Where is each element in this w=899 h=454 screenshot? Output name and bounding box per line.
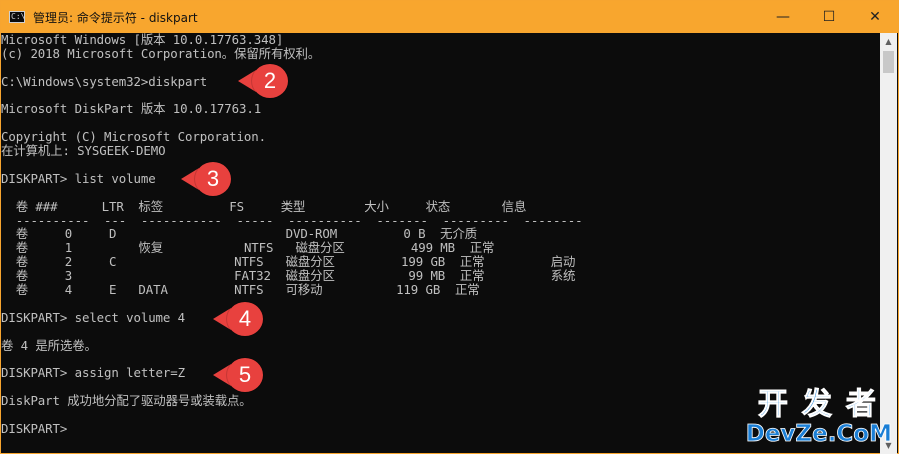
console-line: DISKPART> list volume xyxy=(1,170,156,186)
cmd-window: C:\ 管理员: 命令提示符 - diskpart — ☐ ✕ Microsof… xyxy=(0,0,899,454)
devze-watermark: 开发者 DevZe.CoM xyxy=(745,387,892,448)
step-badge-2: 2 xyxy=(238,64,288,98)
step-badge-number: 5 xyxy=(227,358,263,392)
step-badge-3: 3 xyxy=(181,162,231,196)
step-badge-4: 4 xyxy=(213,302,263,336)
minimize-button[interactable]: — xyxy=(760,1,806,33)
console-line: 卷 ### LTR 标签 FS 类型 大小 状态 信息 xyxy=(1,198,527,214)
window-title: 管理员: 命令提示符 - diskpart xyxy=(33,10,198,25)
console-line: DISKPART> assign letter=Z xyxy=(1,365,185,381)
console-line: 卷 4 是所选卷。 xyxy=(1,337,97,353)
console-line: 卷 3 FAT32 磁盘分区 99 MB 正常 系统 xyxy=(1,268,576,284)
console-line: DISKPART> select volume 4 xyxy=(1,309,185,325)
console-line: 卷 0 D DVD-ROM 0 B 无介质 xyxy=(1,226,478,242)
step-badge-number: 2 xyxy=(252,64,288,98)
watermark-top: 开发者 xyxy=(757,387,890,422)
console-line: 卷 4 E DATA NTFS 可移动 119 GB 正常 xyxy=(1,282,480,298)
step-badge-number: 4 xyxy=(227,302,263,336)
console-line: ---------- --- ----------- ----- -------… xyxy=(1,212,583,228)
console-line: 卷 2 C NTFS 磁盘分区 199 GB 正常 启动 xyxy=(1,254,576,270)
scroll-up-icon[interactable]: ▲ xyxy=(880,33,897,50)
title-bar[interactable]: C:\ 管理员: 命令提示符 - diskpart — ☐ ✕ xyxy=(1,1,898,33)
console-line: Copyright (C) Microsoft Corporation. xyxy=(1,129,266,145)
console-line: (c) 2018 Microsoft Corporation。保留所有权利。 xyxy=(1,45,321,61)
scrollbar-thumb[interactable] xyxy=(883,51,894,73)
console-line: Microsoft DiskPart 版本 10.0.17763.1 xyxy=(1,101,262,117)
step-badge-5: 5 xyxy=(213,358,263,392)
maximize-button[interactable]: ☐ xyxy=(806,1,852,33)
console-line: 在计算机上: SYSGEEK-DEMO xyxy=(1,143,166,159)
close-button[interactable]: ✕ xyxy=(852,1,898,33)
watermark-bottom: DevZe.CoM xyxy=(745,421,892,448)
console-line: 卷 1 恢复 NTFS 磁盘分区 499 MB 正常 xyxy=(1,240,495,256)
step-badge-number: 3 xyxy=(195,162,231,196)
console-line: C:\Windows\system32>diskpart xyxy=(1,73,208,89)
console-line: Microsoft Windows [版本 10.0.17763.348] xyxy=(1,33,284,47)
cmd-app-icon[interactable]: C:\ xyxy=(9,11,25,23)
